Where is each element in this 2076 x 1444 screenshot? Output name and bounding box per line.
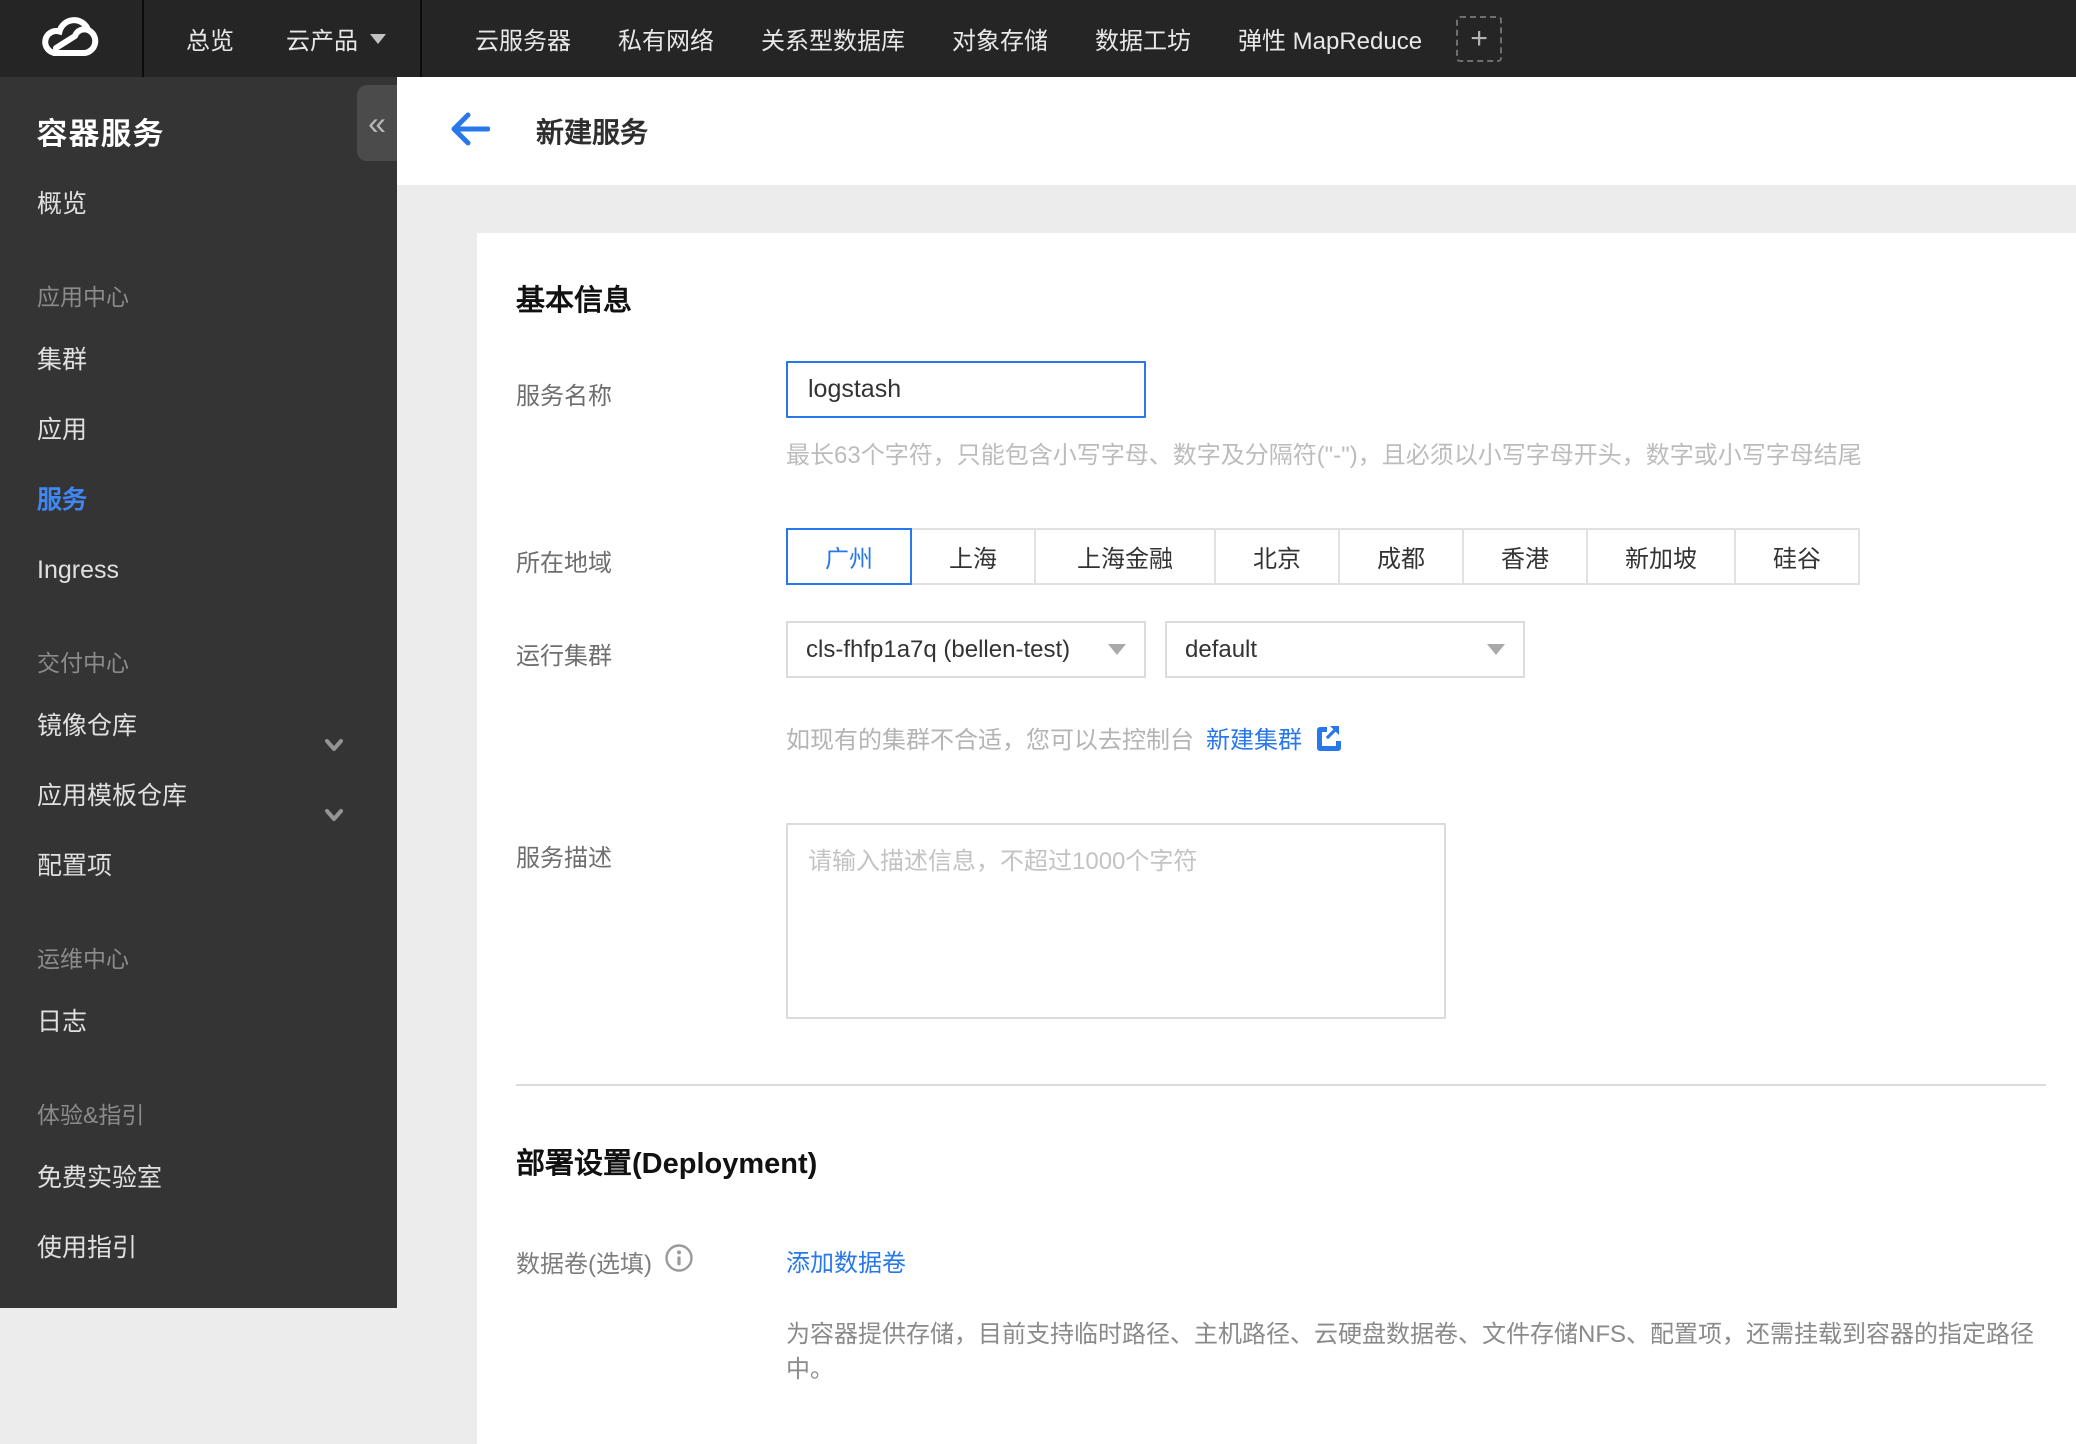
nav-overview[interactable]: 总览 (186, 21, 234, 56)
back-button[interactable] (450, 111, 491, 151)
cloud-logo-icon (36, 7, 106, 70)
region-option-singapore[interactable]: 新加坡 (1586, 528, 1736, 585)
sidebar-item-free-lab[interactable]: 免费实验室 (0, 1143, 397, 1213)
service-name-input[interactable] (786, 361, 1146, 418)
nav-products-label: 云产品 (286, 28, 358, 55)
sidebar-item-app-template-registry[interactable]: 应用模板仓库 (0, 761, 397, 831)
add-volume-link[interactable]: 添加数据卷 (786, 1228, 906, 1278)
nav-item-cvm[interactable]: 云服务器 (475, 21, 571, 56)
sidebar-section-experience-guide: 体验&指引 (37, 1102, 145, 1128)
caret-down-icon (1487, 644, 1505, 655)
form-card: 基本信息 服务名称 最长63个字符，只能包含小写字母、数字及分隔符("-")，且… (477, 233, 2076, 1444)
nav-divider (142, 0, 144, 77)
back-arrow-icon (450, 112, 491, 151)
description-row: 服务描述 (516, 823, 2046, 1024)
region-option-siliconvalley[interactable]: 硅谷 (1734, 528, 1860, 585)
service-name-label: 服务名称 (516, 383, 612, 410)
volume-label-wrap: 数据卷(选填) (516, 1228, 786, 1384)
add-product-button[interactable]: + (1456, 15, 1503, 62)
nav-item-rdb[interactable]: 关系型数据库 (761, 21, 905, 56)
region-option-shanghai-finance[interactable]: 上海金融 (1034, 528, 1216, 585)
collapse-sidebar-button[interactable]: « (357, 85, 397, 161)
region-option-guangzhou[interactable]: 广州 (786, 528, 912, 585)
sidebar-title: 容器服务 (37, 118, 165, 151)
sidebar-item-ingress[interactable]: Ingress (0, 535, 397, 605)
caret-down-icon (370, 33, 386, 44)
sidebar-section-delivery-center: 交付中心 (37, 650, 129, 676)
volume-label: 数据卷(选填) (516, 1251, 652, 1278)
cluster-row: 运行集群 cls-fhfp1a7q (bellen-test) default … (516, 621, 2046, 755)
sidebar-item-user-guide[interactable]: 使用指引 (0, 1213, 397, 1283)
sidebar-item-image-registry[interactable]: 镜像仓库 (0, 691, 397, 761)
sidebar-item-overview[interactable]: 概览 (0, 169, 397, 239)
sidebar: « 容器服务 概览 应用中心 集群 应用 服务 Ingress 交付中心 镜像仓… (0, 77, 397, 1308)
nav-item-emr[interactable]: 弹性 MapReduce (1238, 21, 1422, 56)
region-option-shanghai[interactable]: 上海 (910, 528, 1036, 585)
cluster-label: 运行集群 (516, 643, 612, 670)
volume-row: 数据卷(选填) 添加数据卷 为容器提供存储，目前支持临时路径、主机路径、云硬盘数… (516, 1228, 2046, 1384)
external-link-icon[interactable] (1314, 724, 1341, 751)
region-row: 所在地域 广州 上海 上海金融 北京 成都 香港 新加坡 硅谷 (516, 528, 2046, 585)
service-name-row: 服务名称 最长63个字符，只能包含小写字母、数字及分隔符("-")，且必须以小写… (516, 361, 2046, 470)
basic-info-heading: 基本信息 (516, 285, 633, 317)
nav-divider (420, 0, 422, 77)
sidebar-item-configmap[interactable]: 配置项 (0, 831, 397, 901)
region-option-beijing[interactable]: 北京 (1214, 528, 1340, 585)
nav-item-cos[interactable]: 对象存储 (952, 21, 1048, 56)
top-nav: 总览 云产品 云服务器 私有网络 关系型数据库 对象存储 数据工坊 弹性 Map… (0, 0, 2076, 77)
sidebar-item-applications[interactable]: 应用 (0, 395, 397, 465)
plus-icon: + (1470, 21, 1488, 55)
tencent-cloud-logo[interactable] (0, 0, 142, 77)
region-selector: 广州 上海 上海金融 北京 成都 香港 新加坡 硅谷 (786, 528, 1860, 585)
sidebar-item-services[interactable]: 服务 (0, 465, 397, 535)
page-header: 新建服务 (397, 77, 2076, 185)
info-icon[interactable] (664, 1243, 694, 1280)
namespace-select[interactable]: default (1165, 621, 1525, 678)
nav-products-menu[interactable]: 云产品 (286, 21, 386, 56)
create-cluster-link[interactable]: 新建集群 (1206, 720, 1302, 755)
main-content: 新建服务 基本信息 服务名称 最长63个字符，只能包含小写字母、数字及分隔符("… (397, 77, 2076, 1444)
service-name-hint: 最长63个字符，只能包含小写字母、数字及分隔符("-")，且必须以小写字母开头，… (786, 442, 1862, 469)
nav-item-vpc[interactable]: 私有网络 (618, 21, 714, 56)
cluster-select-value: cls-fhfp1a7q (bellen-test) (806, 635, 1071, 663)
section-divider (516, 1084, 2046, 1086)
cluster-select[interactable]: cls-fhfp1a7q (bellen-test) (786, 621, 1146, 678)
sidebar-item-logs[interactable]: 日志 (0, 987, 397, 1057)
region-option-chengdu[interactable]: 成都 (1338, 528, 1464, 585)
deployment-heading: 部署设置(Deployment) (516, 1148, 818, 1180)
sidebar-item-clusters[interactable]: 集群 (0, 325, 397, 395)
volume-help-text: 为容器提供存储，目前支持临时路径、主机路径、云硬盘数据卷、文件存储NFS、配置项… (786, 1321, 2034, 1383)
region-option-hongkong[interactable]: 香港 (1462, 528, 1588, 585)
sidebar-item-label: 镜像仓库 (37, 712, 138, 740)
sidebar-menu: 概览 应用中心 集群 应用 服务 Ingress 交付中心 镜像仓库 应用模板仓… (0, 169, 397, 1283)
region-label: 所在地域 (516, 550, 612, 577)
page-title: 新建服务 (536, 117, 649, 148)
sidebar-section-app-center: 应用中心 (37, 284, 129, 310)
description-label: 服务描述 (516, 845, 612, 872)
cluster-hint: 如现有的集群不合适，您可以去控制台 新建集群 (786, 720, 1525, 755)
namespace-select-value: default (1185, 635, 1258, 663)
sidebar-item-label: 应用模板仓库 (37, 782, 188, 810)
caret-down-icon (1108, 644, 1126, 655)
description-textarea[interactable] (786, 823, 1446, 1019)
nav-item-datafactory[interactable]: 数据工坊 (1095, 21, 1191, 56)
cluster-hint-text: 如现有的集群不合适，您可以去控制台 (786, 727, 1194, 754)
sidebar-section-ops-center: 运维中心 (37, 946, 129, 972)
double-chevron-left-icon: « (368, 104, 386, 141)
